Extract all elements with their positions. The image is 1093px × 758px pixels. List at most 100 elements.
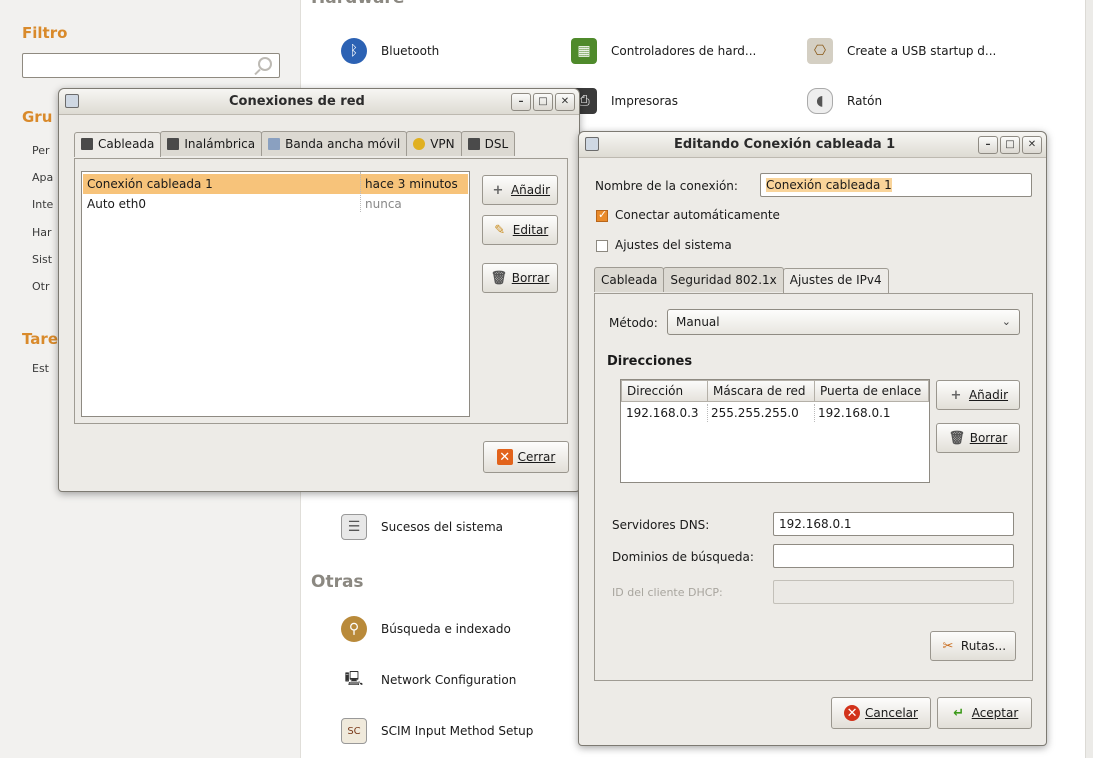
- edit-tabs: Cableada Seguridad 802.1x Ajustes de IPv…: [594, 267, 889, 293]
- close-window-button[interactable]: ✕: [555, 93, 575, 111]
- hardware-heading: Hardware: [311, 0, 404, 8]
- column-header-gateway[interactable]: Puerta de enlace: [814, 380, 929, 402]
- close-button[interactable]: ✕ Cerrar: [483, 441, 569, 473]
- scim-icon: SC: [341, 718, 367, 744]
- window-title: Editando Conexión cableada 1: [674, 137, 896, 152]
- tab-dsl[interactable]: DSL: [460, 131, 516, 156]
- system-settings-label: Ajustes del sistema: [615, 238, 732, 252]
- system-settings-checkbox[interactable]: [596, 240, 608, 252]
- usb-startup-item[interactable]: ⎔ Create a USB startup d...: [807, 38, 996, 64]
- dsl-icon: [467, 138, 480, 150]
- mouse-icon: ◖: [807, 88, 833, 114]
- groups-heading: Gru: [22, 108, 53, 126]
- sidebar-group-item[interactable]: Otr: [32, 280, 50, 293]
- window-icon: [65, 94, 79, 108]
- accept-button[interactable]: ↵ Aceptar: [937, 697, 1032, 729]
- auto-connect-checkbox[interactable]: [596, 208, 608, 222]
- addresses-table[interactable]: Dirección Máscara de red Puerta de enlac…: [620, 379, 930, 483]
- wireless-icon: [167, 138, 180, 150]
- dns-label: Servidores DNS:: [612, 518, 710, 532]
- method-label: Método:: [609, 316, 658, 330]
- close-icon: ✕: [496, 449, 513, 465]
- sidebar-group-item[interactable]: Per: [32, 144, 50, 157]
- tab-8021x-security[interactable]: Seguridad 802.1x: [663, 267, 784, 292]
- edit-connection-window: Editando Conexión cableada 1 – □ ✕ Nombr…: [578, 131, 1047, 746]
- ipv4-tab-panel: Método: Manual ⌄ Direcciones Dirección M…: [594, 293, 1033, 681]
- scim-setup-item[interactable]: SC SCIM Input Method Setup: [341, 718, 533, 744]
- bluetooth-item[interactable]: ᛒ Bluetooth: [341, 38, 439, 64]
- network-connections-titlebar[interactable]: Conexiones de red – □ ✕: [59, 89, 579, 115]
- window-icon: [585, 137, 599, 151]
- search-index-item[interactable]: ⚲ Búsqueda e indexado: [341, 616, 511, 642]
- plus-icon: +: [492, 182, 504, 198]
- network-icon: 🖳: [344, 671, 364, 687]
- column-separator: [814, 404, 815, 422]
- connection-type-tabs: Cableada Inalámbrica Banda ancha móvil V…: [74, 131, 516, 157]
- close-window-button[interactable]: ✕: [1022, 136, 1042, 154]
- filter-input[interactable]: [22, 53, 280, 78]
- column-header-address[interactable]: Dirección: [621, 380, 708, 402]
- search-index-icon: ⚲: [341, 616, 367, 642]
- printers-item[interactable]: ⎙ Impresoras: [571, 88, 678, 114]
- dhcp-client-id-label: ID del cliente DHCP:: [612, 586, 723, 599]
- auto-connect-label: Conectar automáticamente: [615, 208, 780, 222]
- method-select[interactable]: Manual ⌄: [667, 309, 1020, 335]
- cancel-icon: ✕: [844, 705, 861, 721]
- tab-wired[interactable]: Cableada: [74, 132, 162, 157]
- maximize-button[interactable]: □: [533, 93, 553, 111]
- mobile-broadband-icon: [268, 138, 281, 150]
- delete-connection-button[interactable]: 🗑 Borrar: [482, 263, 558, 293]
- wired-tab-panel: Conexión cableada 1 hace 3 minutos Auto …: [74, 158, 568, 424]
- sidebar-group-item[interactable]: Inte: [32, 198, 53, 211]
- edit-icon: ✎: [494, 222, 506, 238]
- routes-button[interactable]: ✂ Rutas...: [930, 631, 1016, 661]
- hardware-drivers-icon: ▦: [571, 38, 597, 64]
- search-icon: [258, 57, 272, 71]
- tab-ipv4-settings[interactable]: Ajustes de IPv4: [782, 268, 889, 293]
- column-header-netmask[interactable]: Máscara de red: [707, 380, 815, 402]
- sidebar-group-item[interactable]: Apa: [32, 171, 53, 184]
- maximize-button[interactable]: □: [1000, 136, 1020, 154]
- minimize-button[interactable]: –: [978, 136, 998, 154]
- tasks-heading: Tare: [22, 330, 58, 348]
- tab-mobile-broadband[interactable]: Banda ancha móvil: [261, 131, 408, 156]
- tab-wired-settings[interactable]: Cableada: [594, 267, 665, 292]
- table-row[interactable]: Conexión cableada 1 hace 3 minutos: [83, 174, 468, 194]
- delete-address-button[interactable]: 🗑 Borrar: [936, 423, 1020, 453]
- add-connection-button[interactable]: + Añadir: [482, 175, 558, 205]
- connection-name-label: Nombre de la conexión:: [595, 179, 738, 193]
- tab-wireless[interactable]: Inalámbrica: [160, 131, 263, 156]
- sidebar-task-item[interactable]: Est: [32, 362, 49, 375]
- cancel-button[interactable]: ✕ Cancelar: [831, 697, 931, 729]
- minimize-button[interactable]: –: [511, 93, 531, 111]
- add-address-button[interactable]: + Añadir: [936, 380, 1020, 410]
- window-title: Conexiones de red: [229, 94, 365, 109]
- edit-connection-button[interactable]: ✎ Editar: [482, 215, 558, 245]
- system-log-icon: ☰: [341, 514, 367, 540]
- sidebar-group-item[interactable]: Sist: [32, 253, 52, 266]
- tab-vpn[interactable]: VPN: [406, 131, 462, 156]
- sidebar-group-item[interactable]: Har: [32, 226, 52, 239]
- bluetooth-icon: ᛒ: [341, 38, 367, 64]
- column-separator: [360, 172, 361, 212]
- table-row[interactable]: 192.168.0.3 255.255.255.0 192.168.0.1: [622, 403, 928, 423]
- column-separator: [707, 404, 708, 422]
- system-log-item[interactable]: ☰ Sucesos del sistema: [341, 514, 503, 540]
- addresses-heading: Direcciones: [607, 354, 693, 369]
- network-configuration-item[interactable]: 🖳 Network Configuration: [341, 667, 517, 693]
- accept-arrow-icon: ↵: [953, 705, 965, 721]
- connection-name-field[interactable]: Conexión cableada 1: [760, 173, 1032, 197]
- main-scrollbar[interactable]: [1085, 0, 1093, 758]
- edit-connection-titlebar[interactable]: Editando Conexión cableada 1 – □ ✕: [579, 132, 1046, 158]
- table-row[interactable]: Auto eth0 nunca: [83, 194, 468, 214]
- hardware-drivers-item[interactable]: ▦ Controladores de hard...: [571, 38, 756, 64]
- tools-icon: ✂: [942, 638, 954, 654]
- dns-field[interactable]: 192.168.0.1: [773, 512, 1014, 536]
- plus-icon: +: [950, 387, 962, 403]
- other-heading: Otras: [311, 572, 364, 592]
- vpn-lock-icon: [413, 138, 426, 150]
- mouse-item[interactable]: ◖ Ratón: [807, 88, 882, 114]
- connection-list[interactable]: Conexión cableada 1 hace 3 minutos Auto …: [81, 171, 470, 417]
- search-domains-field[interactable]: [773, 544, 1014, 568]
- network-connections-window: Conexiones de red – □ ✕ Cableada Inalámb…: [58, 88, 580, 492]
